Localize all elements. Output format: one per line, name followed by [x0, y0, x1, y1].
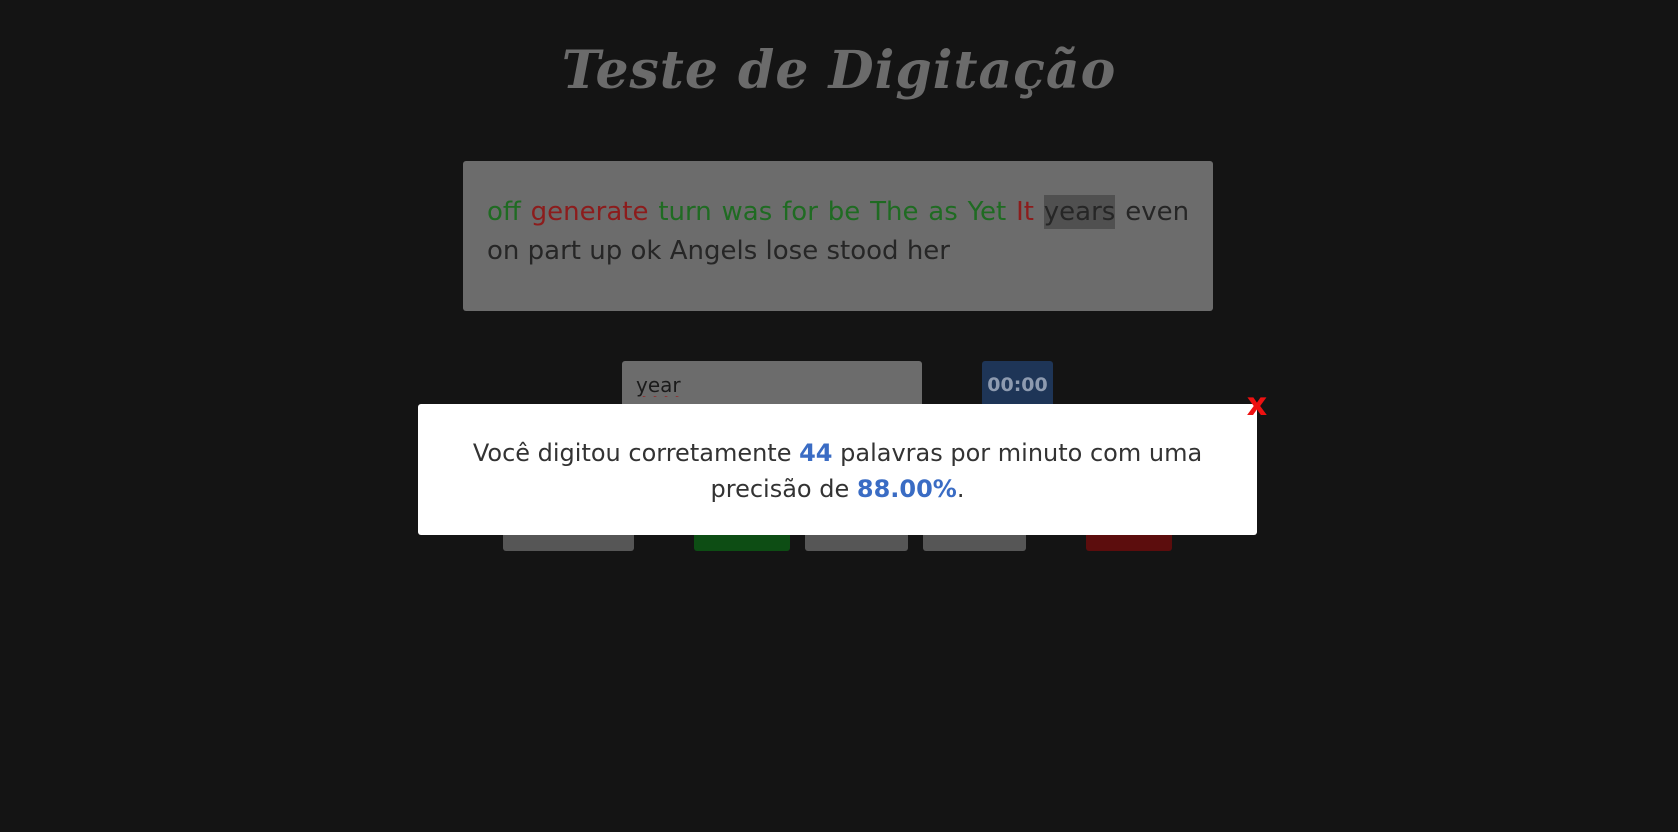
word-correct: turn — [658, 197, 712, 227]
word-wrong: generate — [530, 197, 649, 227]
word-pending: on — [487, 236, 520, 266]
word-correct: off — [487, 197, 521, 227]
words-text-box: off generate turn was for be The as Yet … — [463, 161, 1213, 311]
word-pending: part — [527, 236, 581, 266]
typing-input[interactable] — [622, 361, 922, 409]
word-pending: up — [589, 236, 623, 266]
timer-display: 00:00 — [982, 361, 1053, 409]
word-current: years — [1043, 195, 1116, 229]
result-modal: Você digitou corretamente 44 palavras po… — [418, 404, 1257, 535]
result-text-before: Você digitou corretamente — [472, 439, 800, 467]
close-icon[interactable]: x — [1243, 386, 1271, 422]
result-text-after: . — [956, 475, 965, 503]
word-correct: for — [782, 197, 818, 227]
word-correct: be — [827, 197, 861, 227]
word-wrong: It — [1016, 197, 1034, 227]
word-correct: was — [721, 197, 773, 227]
typing-test-page: Teste de Digitação off generate turn was… — [0, 0, 1678, 832]
word-pending: lose — [765, 236, 819, 266]
word-pending: stood — [826, 236, 899, 266]
word-correct: Yet — [967, 197, 1007, 227]
word-pending: her — [906, 236, 950, 266]
word-correct: The — [870, 197, 919, 227]
page-title: Teste de Digitação — [561, 40, 1117, 101]
word-pending: even — [1125, 197, 1190, 227]
result-accuracy: 88.00% — [856, 475, 957, 503]
word-pending: Angels — [669, 236, 758, 266]
word-correct: as — [928, 197, 958, 227]
word-pending: ok — [630, 236, 662, 266]
result-wpm: 44 — [799, 439, 833, 467]
